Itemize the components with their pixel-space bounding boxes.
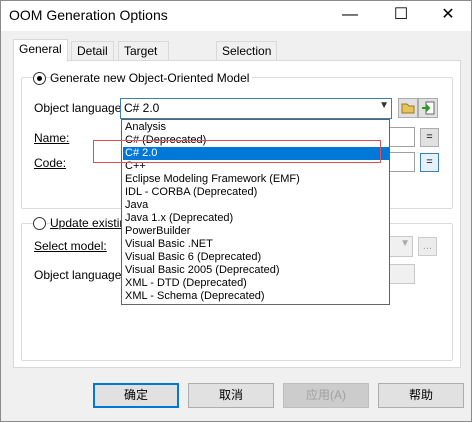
tab-detail[interactable]: Detail [71, 41, 114, 61]
apply-button[interactable]: 应用(A) [283, 383, 369, 408]
dropdown-option-vb-net[interactable]: Visual Basic .NET [123, 238, 390, 251]
chevron-down-icon-disabled: ▼ [400, 238, 410, 249]
select-model-combo[interactable]: ▼ [389, 236, 413, 257]
ok-button[interactable]: 确定 [93, 383, 179, 408]
tab-general[interactable]: General [13, 39, 68, 62]
tab-detail-label: Detail [77, 44, 108, 58]
dropdown-option-java[interactable]: Java [123, 199, 390, 212]
oom-generation-options-dialog: OOM Generation Options — ☐ ✕ General Det… [0, 0, 472, 422]
code-equals-button[interactable]: = [420, 153, 439, 172]
dropdown-option-xml-schema[interactable]: XML - Schema (Deprecated) [123, 290, 390, 303]
dropdown-option-idl-corba[interactable]: IDL - CORBA (Deprecated) [123, 186, 390, 199]
minimize-button[interactable]: — [327, 1, 373, 31]
chevron-down-icon: ▼ [379, 100, 389, 111]
object-language-value: C# 2.0 [124, 101, 160, 115]
dropdown-option-java-1x[interactable]: Java 1.x (Deprecated) [123, 212, 390, 225]
code-label: Code: [34, 156, 67, 170]
close-button[interactable]: ✕ [425, 1, 471, 31]
folder-button[interactable] [398, 98, 418, 118]
cancel-button[interactable]: 取消 [188, 383, 274, 408]
name-equals-button[interactable]: = [420, 128, 439, 147]
select-model-browse-button[interactable]: ... [418, 237, 437, 256]
tab-selection[interactable]: Selection [216, 41, 278, 61]
object-language-combo[interactable]: C# 2.0 ▼ [120, 98, 392, 119]
object-language-label: Object language: [34, 101, 125, 115]
object-language-input-2[interactable] [389, 264, 415, 284]
import-arrow-icon [422, 101, 435, 115]
dropdown-option-emf[interactable]: Eclipse Modeling Framework (EMF) [123, 173, 390, 186]
highlight-annotation-box [93, 140, 381, 163]
select-model-label: Select model: [34, 239, 107, 253]
dropdown-option-vb6[interactable]: Visual Basic 6 (Deprecated) [123, 251, 390, 264]
dropdown-option-powerbuilder[interactable]: PowerBuilder [123, 225, 390, 238]
import-button[interactable] [418, 98, 438, 118]
dropdown-option-vb2005[interactable]: Visual Basic 2005 (Deprecated) [123, 264, 390, 277]
tab-selection-label: Selection [222, 44, 272, 58]
name-input[interactable] [389, 127, 415, 147]
object-language-label-2: Object language: [34, 268, 125, 282]
window-title: OOM Generation Options [9, 7, 168, 23]
tab-general-label: General [19, 42, 62, 56]
folder-icon [401, 103, 415, 114]
generate-new-label: Generate new Object-Oriented Model [50, 71, 253, 85]
help-button[interactable]: 帮助 [378, 383, 464, 408]
radio-selected-dot [37, 76, 42, 81]
maximize-button[interactable]: ☐ [378, 1, 424, 31]
tab-target-models[interactable]: Target Models [118, 41, 169, 76]
name-label: Name: [34, 131, 70, 145]
title-bar: OOM Generation Options — ☐ ✕ [1, 1, 471, 31]
code-input[interactable] [389, 152, 415, 172]
dropdown-option-xml-dtd[interactable]: XML - DTD (Deprecated) [123, 277, 390, 290]
generate-new-radio[interactable] [33, 72, 46, 85]
dropdown-option-analysis[interactable]: Analysis [123, 121, 390, 134]
update-existing-radio[interactable] [33, 217, 46, 230]
